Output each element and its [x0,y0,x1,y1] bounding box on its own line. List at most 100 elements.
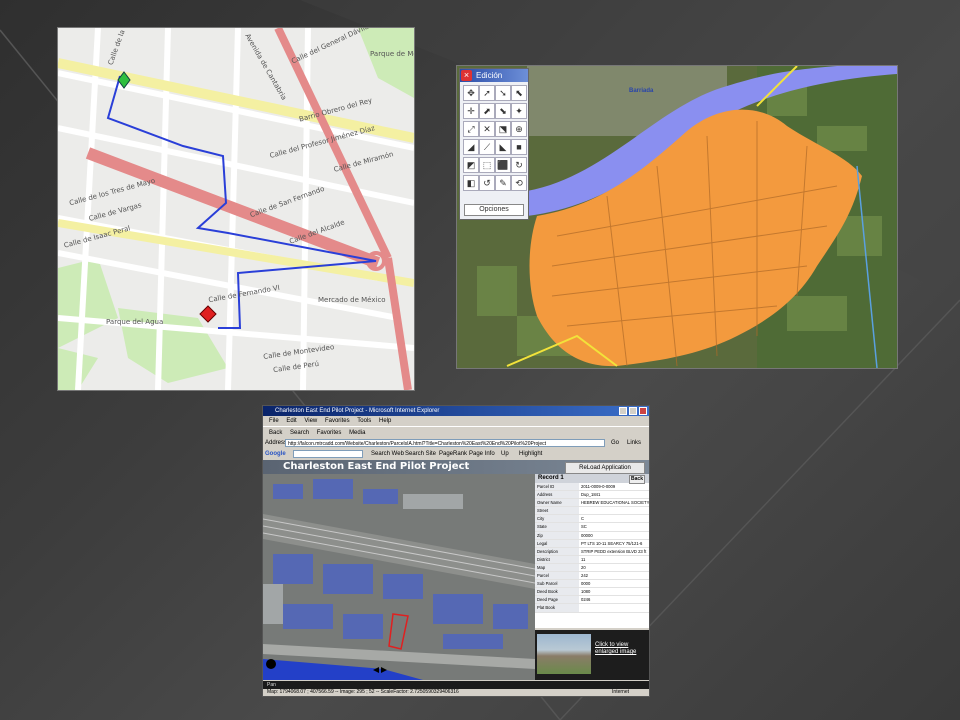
record-row: Street [535,507,649,516]
record-key: Zip [535,531,579,539]
record-key: Plat Book [535,604,579,612]
redo-icon[interactable]: ↻ [511,157,527,173]
go-button[interactable]: Go [611,438,619,448]
search-button[interactable]: Search [290,430,309,436]
record-row: Plat Book [535,604,649,613]
links-button[interactable]: Links [627,438,641,448]
union-icon[interactable]: ⊕ [511,121,527,137]
street-route-map[interactable]: Calle de la Tala Parque de Mendizozque C… [57,27,415,391]
toolbar-title: × Edición [460,69,528,82]
select-box-icon[interactable]: ⬚ [479,157,495,173]
record-back-button[interactable]: Back [629,475,645,484]
layer-icon[interactable]: ◧ [463,175,479,191]
record-key: Parcel [535,572,579,580]
record-key: Parcel ID [535,483,579,491]
thumbnail-area: Click to view enlarged image [535,630,649,680]
edit-toolbar-window[interactable]: × Edición ✥ ➚ ➘ ⬉ ✛ ⬈ ⬊ ✦ ⤢ ✕ ⬔ ⊕ ◢ ⟋ ◣ … [459,68,529,220]
record-key: Map [535,563,579,572]
address-bar: Address http://falcon.mtrcadd.com/Websit… [263,438,649,448]
address-input[interactable]: http://falcon.mtrcadd.com/Website/Charle… [285,439,605,447]
record-title: Record 1 [538,475,564,481]
highlight-button[interactable]: Highlight [519,448,542,460]
split-icon[interactable]: ◩ [463,157,479,173]
record-row: City C [535,515,649,524]
minimize-icon[interactable] [619,407,627,415]
google-logo: Google [265,451,286,457]
pan-label: Pan [267,682,276,688]
record-value: 1080 [581,589,591,595]
search-web-button[interactable]: Search Web [371,448,404,460]
browser-window[interactable]: Charleston East End Pilot Project - Micr… [262,405,650,697]
menu-help[interactable]: Help [379,418,391,424]
pagerank-indicator: PageRank [439,451,468,457]
coordinates-status: Map: 1794068.07 ; 407566.59 -- Image: 29… [267,689,459,695]
star-icon[interactable]: ✦ [511,103,527,119]
move-icon[interactable]: ✥ [463,85,479,101]
slide-background: Calle de la Tala Parque de Mendizozque C… [0,0,960,720]
record-value: C [581,516,585,522]
enlarge-image-link[interactable]: Click to view enlarged image [595,642,649,656]
record-row: Zip 00000 [535,531,649,540]
record-row: Parcel 242 [535,572,649,581]
reload-application-button[interactable]: ReLoad Application [565,462,645,474]
maximize-icon[interactable] [629,407,637,415]
record-key: City [535,515,579,523]
record-row: Map 20 [535,563,649,573]
edit-icon[interactable]: ✎ [495,175,511,191]
google-search-input[interactable] [293,450,363,458]
media-button[interactable]: Media [349,430,365,436]
river-label: Barriada [629,88,654,94]
record-value: PT LTS 10-11 SEARCY 75/121-6 [581,540,643,546]
triangle-left-icon[interactable]: ◣ [495,139,511,155]
menu-file[interactable]: File [269,418,279,424]
arrow-nw-icon[interactable]: ⬉ [511,85,527,101]
menu-tools[interactable]: Tools [357,418,371,424]
add-vertex-icon[interactable]: ✛ [463,103,479,119]
menu-edit[interactable]: Edit [286,418,296,424]
menu-view[interactable]: View [304,418,317,424]
page-info-button[interactable]: Page Info [469,448,495,460]
record-value: 11 [581,556,586,562]
building-photo-thumbnail[interactable] [537,634,591,674]
app-header: Charleston East End Pilot Project ReLoad… [263,460,649,474]
security-zone: Internet [612,689,629,695]
record-key: Deed Book [535,588,579,596]
polygon-icon[interactable]: ⬔ [495,121,511,137]
record-key: Deed Page [535,596,579,604]
arrow-ne2-icon[interactable]: ⬈ [479,103,495,119]
address-label: Address [265,440,288,446]
record-row: Parcel ID 2011-0009-0-0009 [535,483,649,492]
rotate-icon[interactable]: ⟲ [511,175,527,191]
tool-grid: ✥ ➚ ➘ ⬉ ✛ ⬈ ⬊ ✦ ⤢ ✕ ⬔ ⊕ ◢ ⟋ ◣ ■ ◩ ⬚ ⬛ ↻ [460,82,528,194]
triangle-icon[interactable]: ◢ [463,139,479,155]
record-key: Sub Parcel [535,580,579,588]
undo-icon[interactable]: ↺ [479,175,495,191]
arrow-ne-icon[interactable]: ➚ [479,85,495,101]
square-icon[interactable]: ■ [511,139,527,155]
options-button[interactable]: Opciones [464,204,524,216]
favorites-button[interactable]: Favorites [317,430,342,436]
resize-icon[interactable]: ⤢ [463,121,479,137]
record-row: Description STRIP PEDD extension BLVD 23 … [535,547,649,556]
menu-favorites[interactable]: Favorites [325,418,350,424]
record-value [579,507,649,514]
up-button[interactable]: Up [501,448,509,460]
search-site-button[interactable]: Search Site [405,448,436,460]
record-value: 20 [581,564,586,570]
back-button[interactable]: Back [269,430,282,436]
close-icon[interactable]: × [461,70,472,81]
delete-icon[interactable]: ✕ [479,121,495,137]
fill-icon[interactable]: ⬛ [495,157,511,173]
line-icon[interactable]: ⟋ [479,139,495,155]
record-key: Legal [535,539,579,547]
aerial-zoning-map[interactable]: Barriada × Edición ✥ ➚ ➘ ⬉ ✛ ⬈ ⬊ ✦ ⤢ ✕ ⬔… [456,65,898,369]
arrow-se-icon[interactable]: ➘ [495,85,511,101]
parcel-aerial-map[interactable] [263,474,535,680]
close-icon[interactable] [639,407,647,415]
record-key: District [535,555,579,563]
record-row: Legal PT LTS 10-11 SEARCY 75/121-6 [535,539,649,548]
arrow-se2-icon[interactable]: ⬊ [495,103,511,119]
menu-bar: File Edit View Favorites Tools Help [263,416,649,426]
record-key: State [535,523,579,531]
market-label: Mercado de México [318,296,386,304]
